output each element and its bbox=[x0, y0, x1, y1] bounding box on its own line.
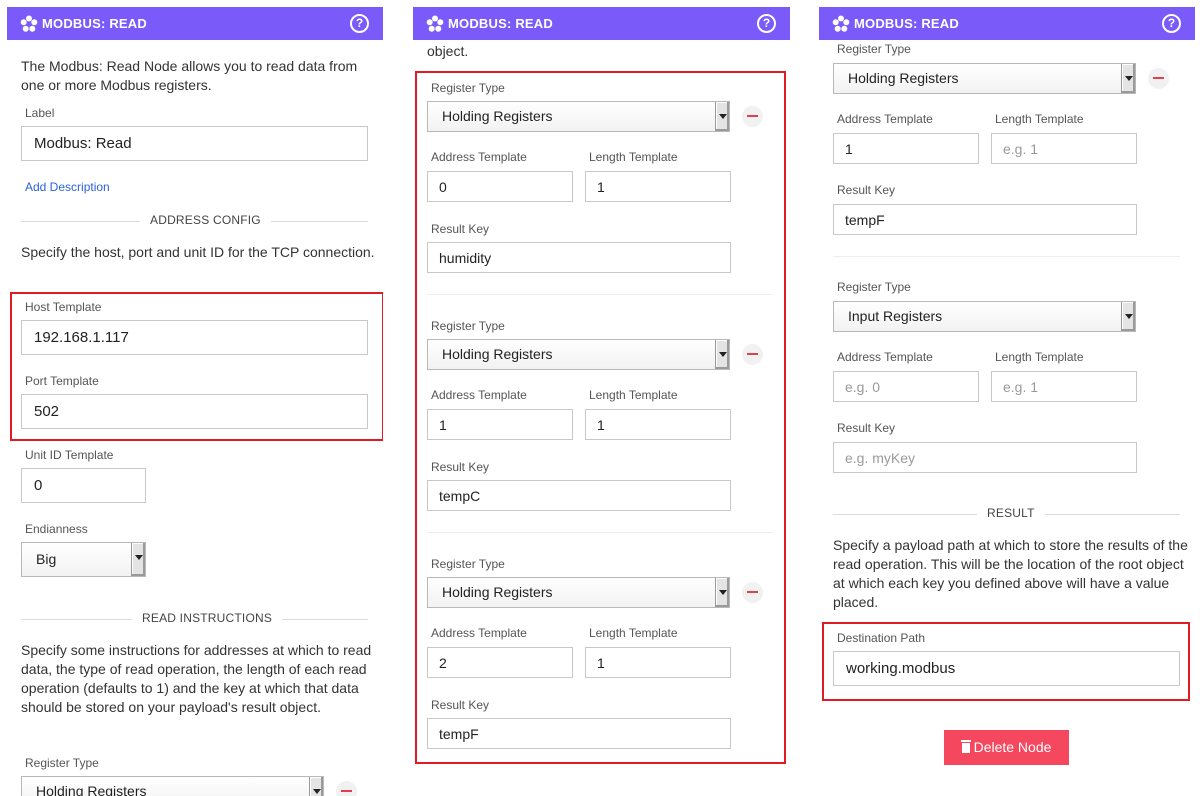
register-type-select[interactable]: Holding Registers bbox=[833, 63, 1136, 94]
divider bbox=[833, 256, 1180, 257]
panel-right: MODBUS: READ ? Register Type Holding Reg… bbox=[819, 0, 1195, 796]
panel-middle: MODBUS: READ ? object. Register Type Hol… bbox=[413, 0, 790, 796]
unit-id-template-input[interactable] bbox=[21, 468, 146, 503]
address-template-label: Address Template bbox=[837, 350, 933, 364]
delete-node-button[interactable]: Delete Node bbox=[944, 730, 1069, 765]
result-key-label: Result Key bbox=[837, 183, 896, 197]
help-circle-icon[interactable]: ? bbox=[757, 14, 776, 33]
node-header: MODBUS: READ ? bbox=[819, 7, 1195, 40]
flower-logo-icon bbox=[832, 15, 850, 32]
read-instructions-title: READ INSTRUCTIONS bbox=[132, 611, 283, 625]
address-config-text: Specify the host, port and unit ID for t… bbox=[21, 244, 375, 260]
minus-circle-icon[interactable] bbox=[336, 781, 357, 796]
register-type-label: Register Type bbox=[837, 280, 911, 294]
register-type-value: Input Registers bbox=[848, 308, 943, 324]
label-input[interactable] bbox=[21, 126, 368, 161]
result-key-label: Result Key bbox=[837, 421, 896, 435]
address-template-input[interactable] bbox=[833, 371, 979, 402]
length-template-label: Length Template bbox=[995, 112, 1084, 126]
register-type-label: Register Type bbox=[837, 42, 911, 56]
endianness-select[interactable]: Big bbox=[21, 542, 146, 577]
flower-logo-icon bbox=[426, 15, 444, 32]
result-text: Specify a payload path at which to store… bbox=[833, 537, 1188, 610]
node-header: MODBUS: READ ? bbox=[413, 7, 790, 40]
result-title: RESULT bbox=[977, 506, 1045, 520]
register-type-value: Holding Registers bbox=[848, 70, 959, 86]
result-key-input[interactable] bbox=[833, 442, 1137, 473]
add-description-link[interactable]: Add Description bbox=[25, 180, 110, 194]
node-title: MODBUS: READ bbox=[42, 16, 147, 31]
read-instructions-text: Specify some instructions for addresses … bbox=[21, 642, 372, 715]
endianness-label: Endianness bbox=[25, 522, 88, 536]
chevron-down-icon[interactable] bbox=[1121, 302, 1135, 331]
flower-logo-icon bbox=[20, 15, 38, 32]
length-template-input[interactable] bbox=[991, 133, 1137, 164]
register-type-select[interactable]: Input Registers bbox=[833, 301, 1136, 332]
register-type-value: Holding Registers bbox=[36, 783, 147, 796]
endianness-value: Big bbox=[36, 551, 57, 567]
delete-node-label: Delete Node bbox=[973, 739, 1052, 755]
result-key-input[interactable] bbox=[833, 204, 1137, 235]
highlight-box bbox=[822, 622, 1190, 701]
minus-circle-icon[interactable] bbox=[1148, 68, 1169, 89]
node-header: MODBUS: READ ? bbox=[7, 7, 383, 40]
register-type-select[interactable]: Holding Registers bbox=[21, 776, 324, 796]
unit-id-template-label: Unit ID Template bbox=[25, 448, 114, 462]
node-title: MODBUS: READ bbox=[448, 16, 553, 31]
address-template-label: Address Template bbox=[837, 112, 933, 126]
chevron-down-icon[interactable] bbox=[1121, 64, 1135, 93]
length-template-label: Length Template bbox=[995, 350, 1084, 364]
intro-text: The Modbus: Read Node allows you to read… bbox=[21, 58, 358, 93]
chevron-down-icon[interactable] bbox=[309, 777, 323, 796]
label-field-label: Label bbox=[25, 106, 55, 120]
panel-left: MODBUS: READ ? The Modbus: Read Node all… bbox=[7, 0, 383, 796]
trash-icon bbox=[960, 740, 971, 753]
help-circle-icon[interactable]: ? bbox=[1162, 14, 1181, 33]
highlight-box bbox=[415, 71, 786, 764]
node-title: MODBUS: READ bbox=[854, 16, 959, 31]
help-circle-icon[interactable]: ? bbox=[350, 14, 369, 33]
instructions-text-tail: object. bbox=[427, 43, 469, 59]
highlight-box bbox=[10, 292, 383, 441]
address-template-input[interactable] bbox=[833, 133, 979, 164]
length-template-input[interactable] bbox=[991, 371, 1137, 402]
register-type-label: Register Type bbox=[25, 756, 99, 770]
chevron-down-icon[interactable] bbox=[131, 543, 145, 576]
address-config-title: ADDRESS CONFIG bbox=[140, 213, 271, 227]
